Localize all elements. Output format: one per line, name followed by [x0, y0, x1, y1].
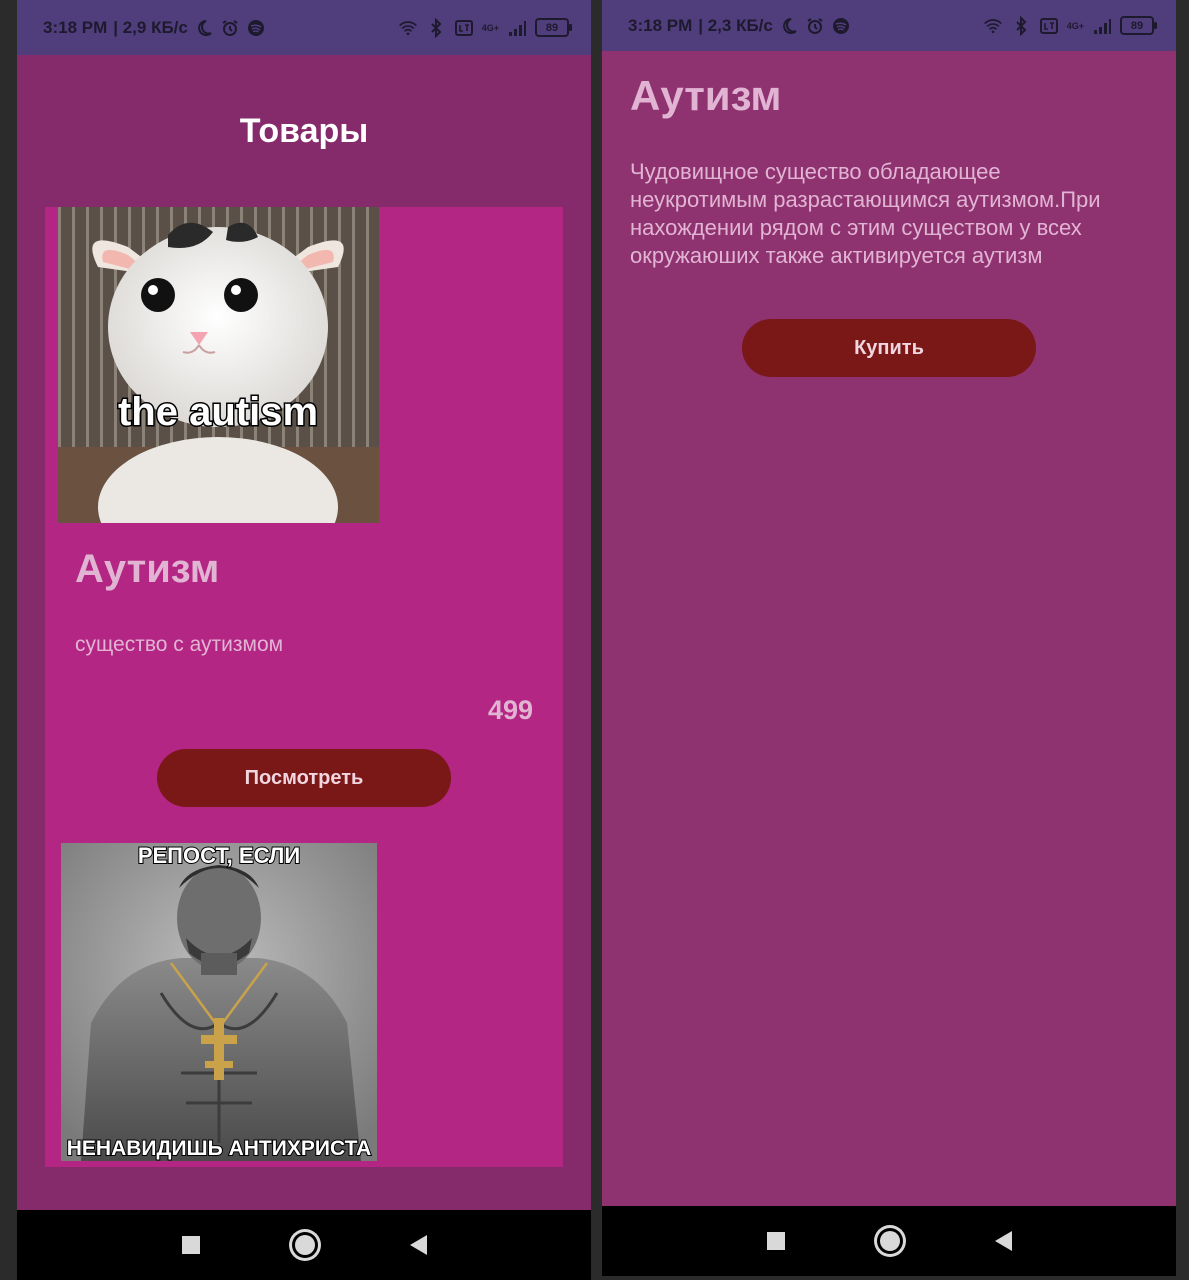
back-icon[interactable]	[994, 1231, 1012, 1251]
product-image-chad: РЕПОСТ, ЕСЛИ НЕНАВИДИШЬ АНТИХРИСТА	[61, 843, 377, 1161]
battery-icon: 89	[1120, 16, 1157, 35]
alarm-icon	[807, 17, 823, 34]
product-title: Аутизм	[75, 547, 220, 591]
home-icon[interactable]	[294, 1235, 315, 1255]
detail-title: Аутизм	[630, 72, 782, 119]
battery-level: 89	[545, 21, 559, 34]
cat-caption: the autism	[118, 390, 318, 434]
volte-icon	[1039, 17, 1058, 34]
page-title: Товары	[239, 111, 369, 150]
signal-icon	[509, 20, 526, 36]
wifi-icon	[398, 20, 417, 35]
product-detail-screen: 3:18 PM | 2,3 КБ/с 4G+ 89 Аутизм Чудовищ…	[602, 0, 1176, 1276]
back-icon[interactable]	[409, 1235, 427, 1255]
product-list-screen: 3:18 PM | 2,9 КБ/с 4G+ 89 Товары the aut…	[17, 0, 591, 1280]
product-card: the autism Аутизм существо с аутизмом 49…	[45, 207, 563, 1167]
wifi-icon	[983, 18, 1002, 33]
bluetooth-icon	[431, 17, 442, 38]
status-time: 3:18 PM	[628, 15, 693, 35]
spotify-icon	[247, 19, 264, 36]
chad-caption-top: РЕПОСТ, ЕСЛИ	[138, 843, 300, 868]
moon-icon	[782, 17, 797, 34]
navigation-bar	[17, 1210, 591, 1280]
home-icon[interactable]	[879, 1231, 900, 1251]
recents-icon[interactable]	[181, 1236, 200, 1254]
product-description: существо с аутизмом	[75, 633, 284, 656]
spotify-icon	[832, 17, 849, 34]
signal-icon	[1094, 18, 1111, 34]
volte-icon	[454, 19, 473, 36]
moon-icon	[197, 19, 212, 36]
network-speed: | 2,9 КБ/с	[113, 17, 188, 37]
network-type: 4G+	[481, 22, 499, 33]
buy-button[interactable]: Купить	[742, 319, 1036, 377]
status-bar: 3:18 PM | 2,3 КБ/с 4G+ 89	[602, 0, 1176, 51]
status-bar: 3:18 PM | 2,9 КБ/с 4G+ 89	[17, 0, 591, 55]
bluetooth-icon	[1016, 15, 1027, 36]
view-button[interactable]: Посмотреть	[157, 749, 451, 807]
product-image-cat: the autism	[58, 207, 379, 523]
battery-level: 89	[1130, 19, 1144, 32]
network-speed: | 2,3 КБ/с	[698, 15, 773, 35]
recents-icon[interactable]	[766, 1232, 785, 1250]
status-time: 3:18 PM	[43, 17, 108, 37]
chad-caption-bottom: НЕНАВИДИШЬ АНТИХРИСТА	[67, 1137, 372, 1160]
alarm-icon	[222, 19, 238, 36]
network-type: 4G+	[1066, 20, 1084, 31]
battery-icon: 89	[535, 18, 572, 37]
navigation-bar	[602, 1206, 1176, 1276]
detail-description: Чудовищное существо обладающее неукротим…	[630, 159, 1101, 268]
product-price: 499	[487, 695, 533, 725]
